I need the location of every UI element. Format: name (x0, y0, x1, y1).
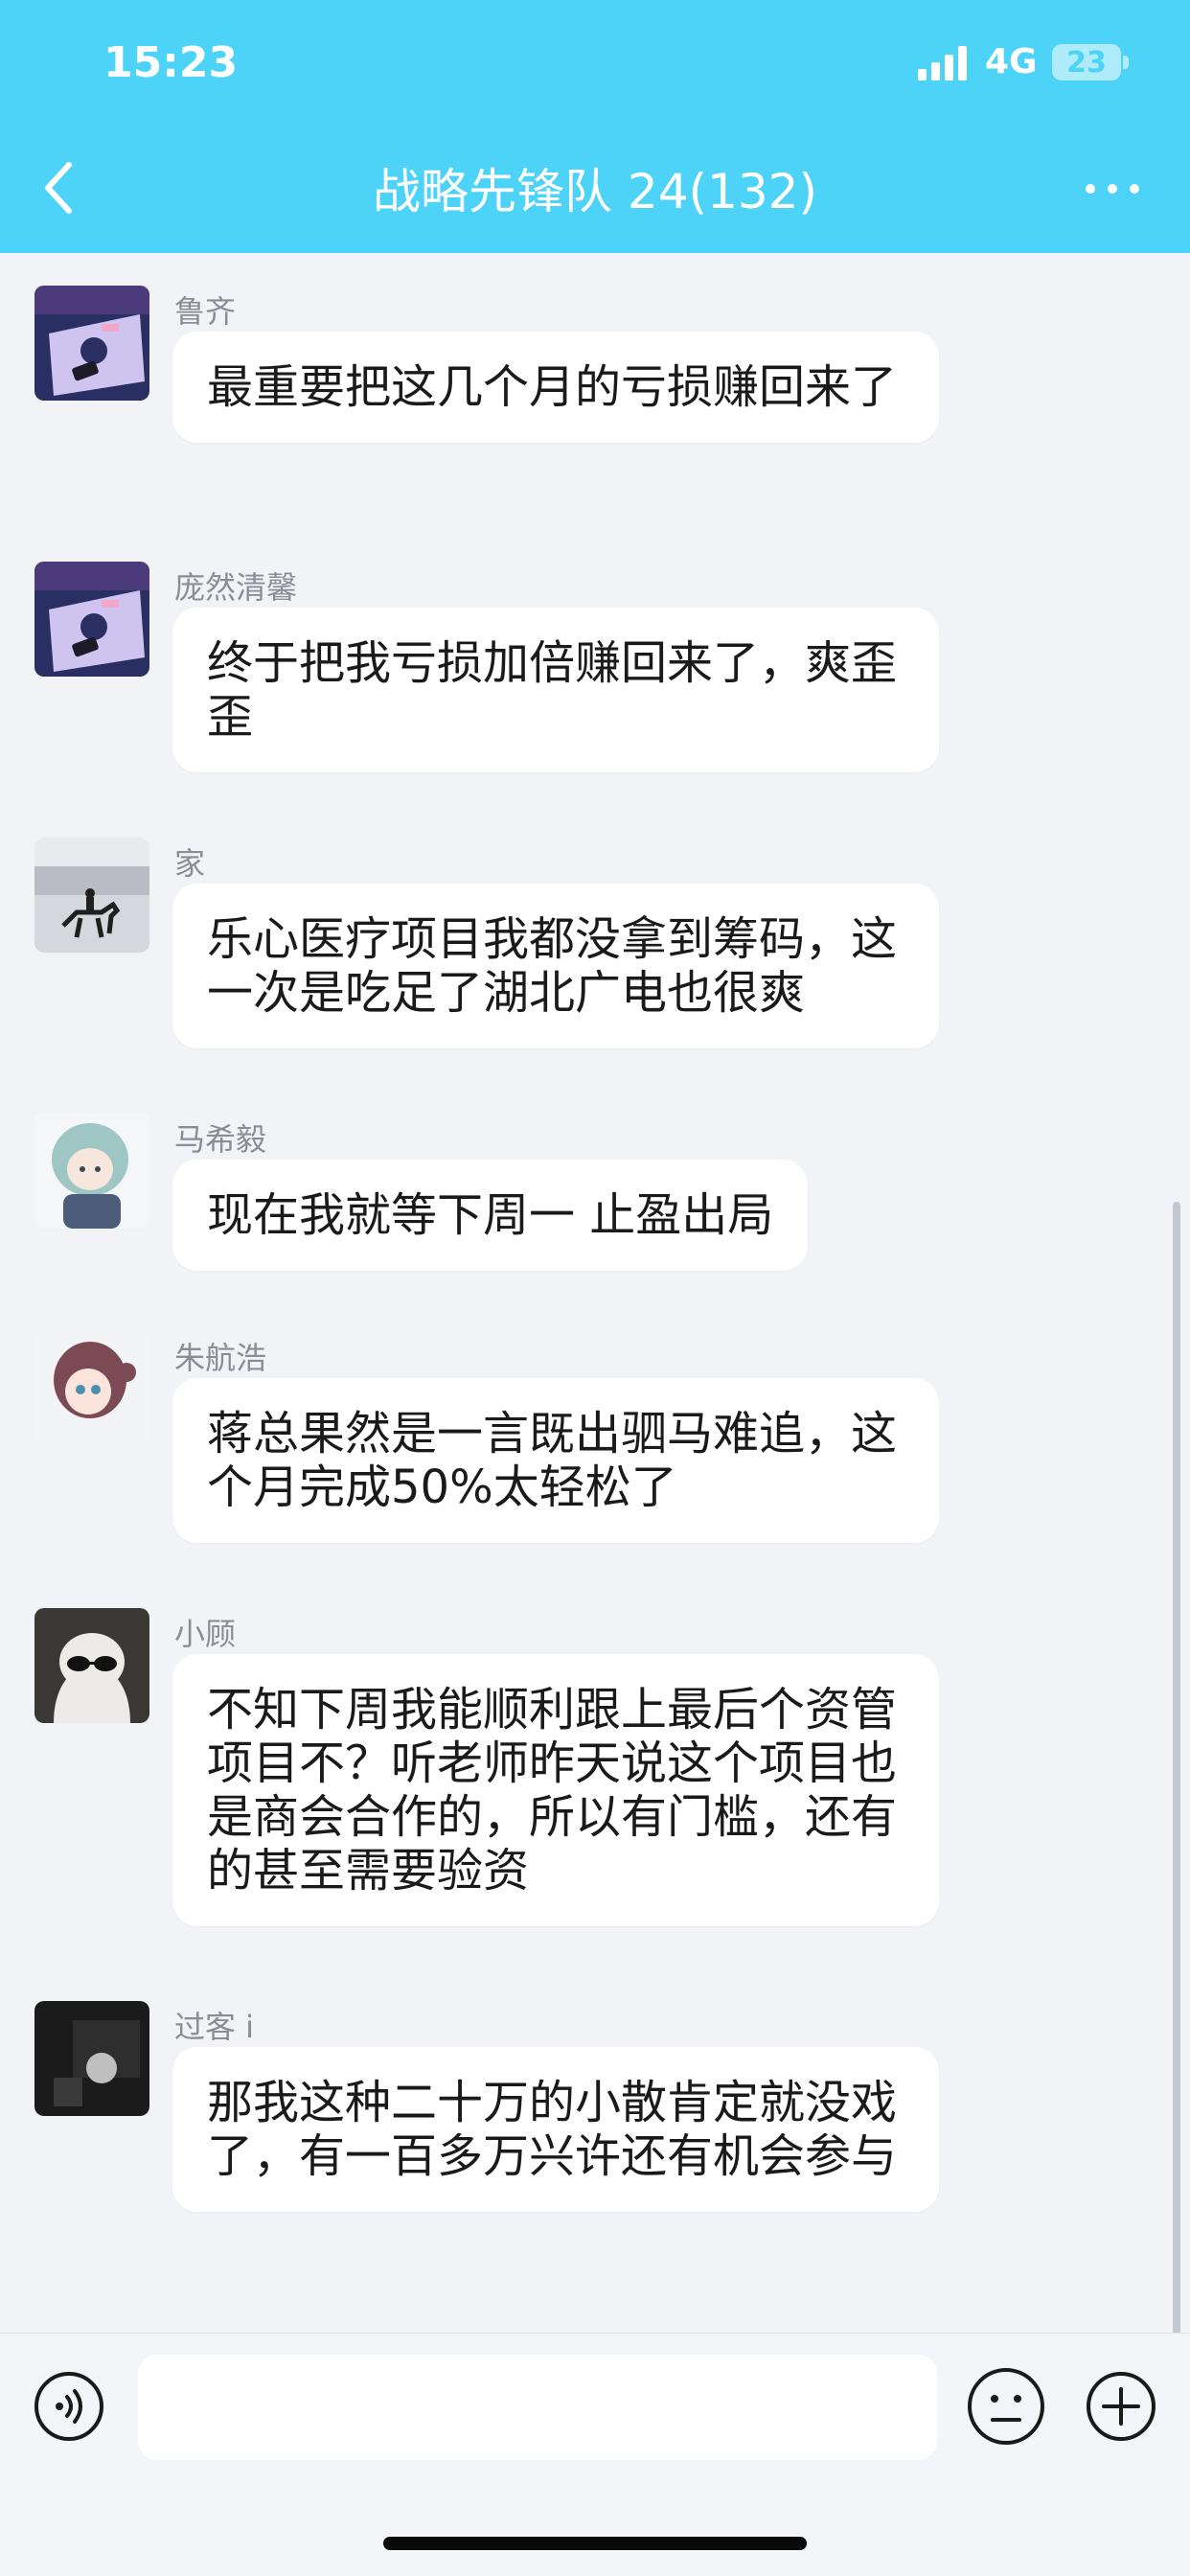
sender-name: 家 (174, 845, 206, 882)
anime-brown-hair-avatar[interactable] (34, 1332, 149, 1447)
anime-girl-purple-avatar[interactable] (34, 562, 149, 677)
emoji-icon[interactable] (966, 2366, 1046, 2447)
more-options-icon[interactable] (1079, 165, 1146, 213)
plus-icon[interactable] (1085, 2370, 1157, 2443)
ghost-sunglasses-avatar[interactable] (34, 1608, 149, 1723)
battery-icon: 23 (1052, 44, 1121, 80)
battery-level: 23 (1066, 45, 1107, 80)
anime-teal-hair-avatar[interactable] (34, 1114, 149, 1229)
battery-tip (1123, 56, 1129, 69)
sender-name: 鲁齐 (174, 293, 237, 330)
chat-header: 15:23 4G 23 战略先锋队 24(132) (0, 0, 1190, 253)
chat-title: 战略先锋队 24(132) (373, 164, 817, 219)
signal-strength-icon (918, 46, 967, 80)
horse-rider-beach-avatar[interactable] (34, 838, 149, 953)
message-bubble[interactable]: 终于把我亏损加倍赚回来了，爽歪歪 (172, 608, 939, 772)
message-bubble[interactable]: 蒋总果然是一言既出驷马难追，这个月完成50%太轻松了 (172, 1378, 939, 1543)
anime-girl-purple-avatar[interactable] (34, 286, 149, 401)
message-input[interactable] (138, 2355, 937, 2460)
voice-icon[interactable] (33, 2370, 105, 2443)
network-type: 4G (985, 42, 1038, 81)
dark-photo-avatar[interactable] (34, 2001, 149, 2116)
message-bubble[interactable]: 不知下周我能顺利跟上最后个资管项目不？听老师昨天说这个项目也是商会合作的，所以有… (172, 1654, 939, 1926)
sender-name: 马希毅 (174, 1121, 267, 1158)
home-indicator (383, 2537, 807, 2550)
message-bubble[interactable]: 现在我就等下周一 止盈出局 (172, 1160, 809, 1271)
sender-name: 庞然清馨 (174, 569, 298, 606)
sender-name: 朱航浩 (174, 1340, 267, 1376)
message-list[interactable]: 鲁齐 最重要把这几个月的亏损赚回来了 庞然清馨 终于把我亏损加倍赚回来了，爽歪歪 (0, 253, 1190, 2576)
message-bubble[interactable]: 那我这种二十万的小散肯定就没戏了，有一百多万兴许还有机会参与 (172, 2047, 939, 2212)
sender-name: 小顾 (174, 1616, 237, 1652)
status-time: 15:23 (103, 38, 239, 87)
sender-name: 过客 i (174, 2009, 255, 2045)
message-bubble[interactable]: 最重要把这几个月的亏损赚回来了 (172, 332, 939, 443)
message-bubble[interactable]: 乐心医疗项目我都没拿到筹码，这一次是吃足了湖北广电也很爽 (172, 884, 939, 1048)
input-bar (0, 2333, 1190, 2576)
